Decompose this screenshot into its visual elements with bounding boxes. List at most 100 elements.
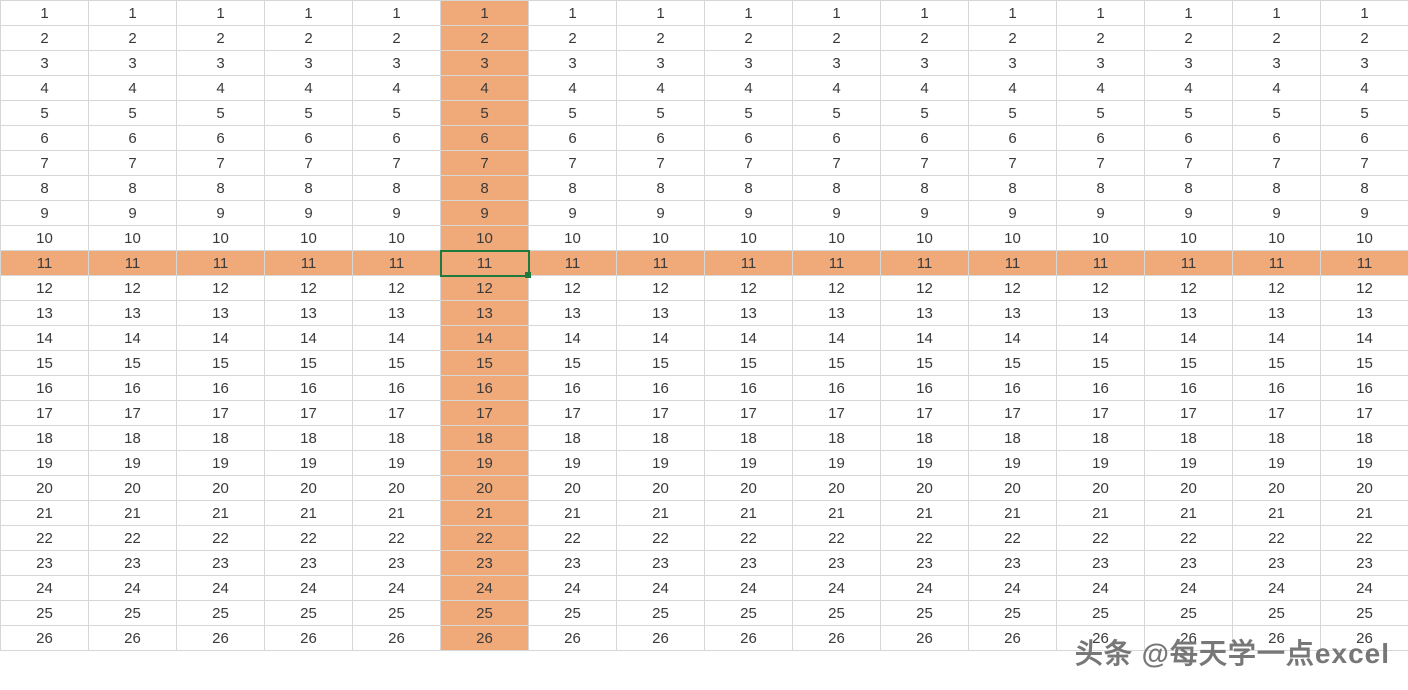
cell[interactable]: 18 [969, 426, 1057, 451]
cell[interactable]: 17 [177, 401, 265, 426]
cell[interactable]: 23 [881, 551, 969, 576]
cell[interactable]: 8 [89, 176, 177, 201]
cell[interactable]: 14 [617, 326, 705, 351]
cell[interactable]: 7 [1233, 151, 1321, 176]
cell[interactable]: 9 [969, 201, 1057, 226]
cell[interactable]: 13 [617, 301, 705, 326]
cell[interactable]: 24 [1057, 576, 1145, 601]
cell[interactable]: 1 [177, 1, 265, 26]
cell[interactable]: 6 [881, 126, 969, 151]
cell[interactable]: 3 [705, 51, 793, 76]
cell[interactable]: 12 [793, 276, 881, 301]
cell[interactable]: 1 [1, 1, 89, 26]
cell[interactable]: 13 [969, 301, 1057, 326]
cell[interactable]: 21 [1057, 501, 1145, 526]
cell[interactable]: 14 [265, 326, 353, 351]
cell[interactable]: 25 [265, 601, 353, 626]
cell[interactable]: 7 [1145, 151, 1233, 176]
cell[interactable]: 5 [969, 101, 1057, 126]
cell[interactable]: 22 [705, 526, 793, 551]
cell[interactable]: 3 [89, 51, 177, 76]
cell[interactable]: 14 [705, 326, 793, 351]
cell[interactable]: 5 [705, 101, 793, 126]
cell[interactable]: 11 [1, 251, 89, 276]
cell[interactable]: 26 [441, 626, 529, 651]
cell[interactable]: 21 [177, 501, 265, 526]
cell[interactable]: 14 [177, 326, 265, 351]
cell[interactable]: 25 [969, 601, 1057, 626]
cell[interactable]: 18 [529, 426, 617, 451]
cell[interactable]: 16 [89, 376, 177, 401]
cell[interactable]: 19 [1233, 451, 1321, 476]
cell[interactable]: 8 [1, 176, 89, 201]
cell[interactable]: 20 [617, 476, 705, 501]
cell[interactable]: 26 [1321, 626, 1408, 651]
cell[interactable]: 18 [1057, 426, 1145, 451]
cell[interactable]: 5 [1057, 101, 1145, 126]
cell[interactable]: 18 [1233, 426, 1321, 451]
cell[interactable]: 3 [177, 51, 265, 76]
cell[interactable]: 6 [265, 126, 353, 151]
cell[interactable]: 10 [881, 226, 969, 251]
cell[interactable]: 12 [1, 276, 89, 301]
cell[interactable]: 25 [1321, 601, 1408, 626]
cell[interactable]: 25 [177, 601, 265, 626]
cell[interactable]: 18 [881, 426, 969, 451]
cell[interactable]: 12 [265, 276, 353, 301]
cell[interactable]: 20 [1145, 476, 1233, 501]
cell[interactable]: 13 [1233, 301, 1321, 326]
cell[interactable]: 23 [265, 551, 353, 576]
cell[interactable]: 13 [441, 301, 529, 326]
cell[interactable]: 22 [89, 526, 177, 551]
cell[interactable]: 11 [529, 251, 617, 276]
cell[interactable]: 26 [969, 626, 1057, 651]
cell[interactable]: 17 [353, 401, 441, 426]
cell[interactable]: 26 [793, 626, 881, 651]
cell[interactable]: 8 [793, 176, 881, 201]
cell[interactable]: 22 [1057, 526, 1145, 551]
cell[interactable]: 17 [793, 401, 881, 426]
cell[interactable]: 21 [441, 501, 529, 526]
cell[interactable]: 6 [1, 126, 89, 151]
cell[interactable]: 13 [881, 301, 969, 326]
cell[interactable]: 1 [1233, 1, 1321, 26]
cell[interactable]: 20 [353, 476, 441, 501]
cell[interactable]: 2 [353, 26, 441, 51]
cell[interactable]: 24 [1, 576, 89, 601]
cell[interactable]: 21 [1233, 501, 1321, 526]
cell[interactable]: 23 [1145, 551, 1233, 576]
cell[interactable]: 10 [1057, 226, 1145, 251]
cell[interactable]: 4 [617, 76, 705, 101]
cell[interactable]: 4 [969, 76, 1057, 101]
cell[interactable]: 13 [89, 301, 177, 326]
cell[interactable]: 24 [617, 576, 705, 601]
cell[interactable]: 20 [441, 476, 529, 501]
cell[interactable]: 17 [617, 401, 705, 426]
cell[interactable]: 23 [1, 551, 89, 576]
cell[interactable]: 8 [177, 176, 265, 201]
cell[interactable]: 5 [1, 101, 89, 126]
cell[interactable]: 24 [177, 576, 265, 601]
cell[interactable]: 3 [881, 51, 969, 76]
cell[interactable]: 1 [1057, 1, 1145, 26]
cell[interactable]: 4 [1233, 76, 1321, 101]
cell[interactable]: 12 [529, 276, 617, 301]
cell[interactable]: 14 [1057, 326, 1145, 351]
cell[interactable]: 14 [529, 326, 617, 351]
cell[interactable]: 19 [1, 451, 89, 476]
cell[interactable]: 14 [1145, 326, 1233, 351]
cell[interactable]: 9 [529, 201, 617, 226]
cell[interactable]: 26 [353, 626, 441, 651]
cell[interactable]: 5 [617, 101, 705, 126]
cell[interactable]: 15 [177, 351, 265, 376]
cell[interactable]: 10 [441, 226, 529, 251]
cell[interactable]: 7 [177, 151, 265, 176]
cell[interactable]: 6 [177, 126, 265, 151]
cell[interactable]: 6 [793, 126, 881, 151]
cell[interactable]: 10 [969, 226, 1057, 251]
cell[interactable]: 17 [1057, 401, 1145, 426]
cell[interactable]: 5 [89, 101, 177, 126]
cell[interactable]: 2 [793, 26, 881, 51]
cell[interactable]: 11 [1233, 251, 1321, 276]
cell[interactable]: 21 [793, 501, 881, 526]
